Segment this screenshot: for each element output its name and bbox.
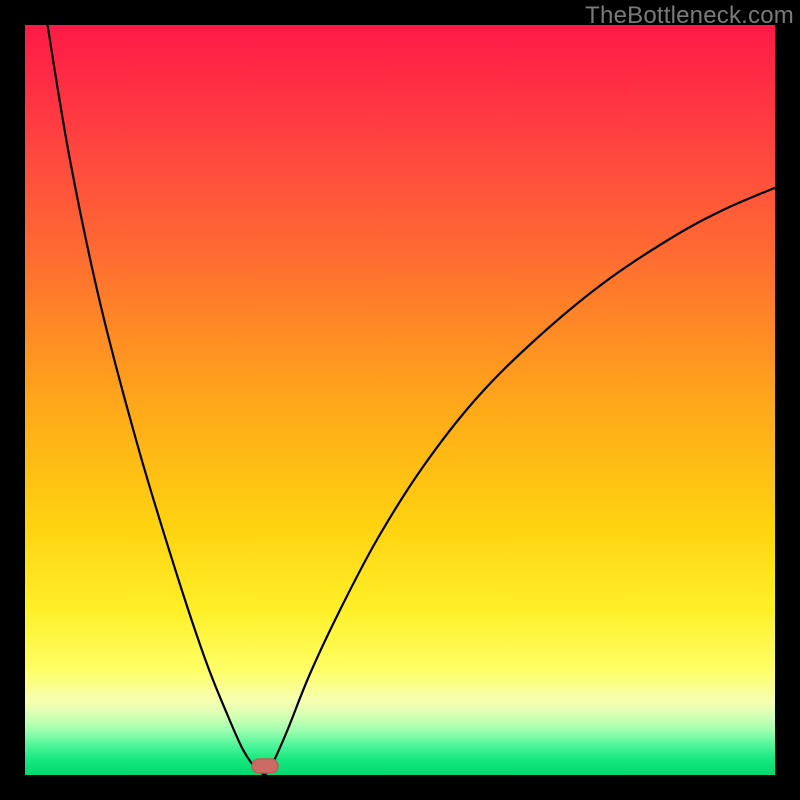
chart-svg-layer: [25, 25, 775, 775]
curve-left: [48, 25, 266, 775]
bottleneck-marker: [252, 759, 278, 773]
chart-plot-area: [25, 25, 775, 775]
curve-right: [265, 188, 775, 775]
